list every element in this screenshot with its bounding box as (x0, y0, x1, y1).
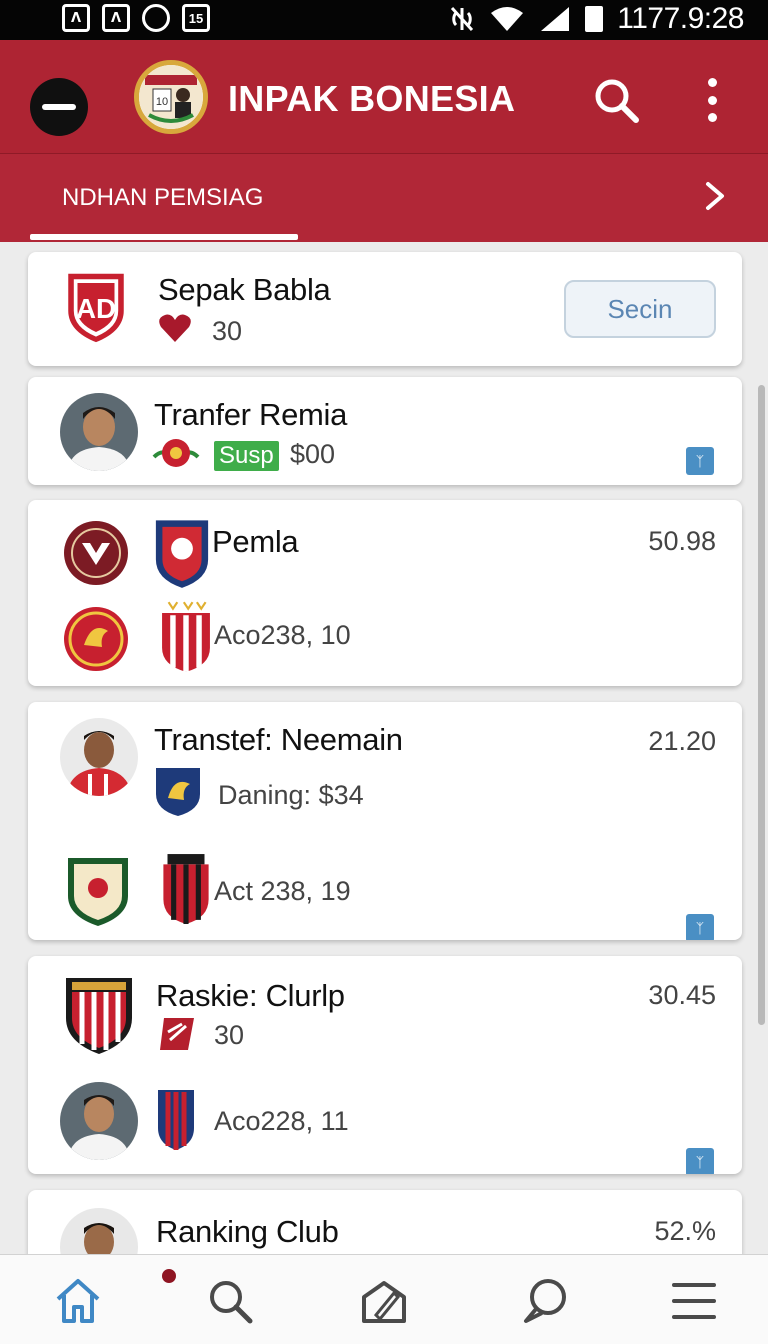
dot-icon (707, 113, 717, 122)
alarm-icon (142, 4, 170, 32)
app-bar: 10 INPAK BONESIA (0, 40, 768, 154)
edit-icon[interactable] (358, 1275, 410, 1327)
notification-dot (162, 1269, 176, 1283)
card-subtitle-2: Act 238, 19 (214, 876, 351, 906)
svg-text:10: 10 (156, 96, 168, 108)
secin-button[interactable]: Secin (564, 280, 716, 338)
card-value: 52.% (654, 1216, 716, 1246)
minus-button[interactable] (30, 78, 88, 136)
player-avatar (60, 393, 138, 471)
signal-icon (541, 7, 570, 31)
club-crest-icon (156, 768, 200, 816)
filter-tag-icon[interactable]: ᛉ (686, 1148, 714, 1174)
club-crest-icon (66, 978, 132, 1054)
card-count: 30 (214, 1020, 245, 1050)
status-time: 1177.9:28 (617, 2, 744, 35)
rose-badge-icon (152, 439, 200, 467)
list-item-pemla[interactable]: Pemla 50.98 Aco238, 10 (28, 500, 742, 686)
card-title: Sepak Babla (158, 272, 331, 307)
card-value: 30.45 (648, 980, 716, 1010)
tab-news[interactable]: NDHAN PEMSIAG (62, 184, 263, 212)
status-badge: Susp (214, 441, 279, 471)
club-crest-icon (158, 1090, 194, 1150)
status-bar: ᐱ ᐱ 15 1177.9:28 (0, 0, 768, 40)
card-title: Ranking Club (156, 1214, 339, 1249)
club-mini-badge-icon (160, 1018, 194, 1050)
tab-indicator (30, 234, 298, 240)
club-crest-icon (163, 854, 209, 924)
chevron-right-icon[interactable] (700, 176, 730, 216)
app-logo: 10 (134, 60, 208, 134)
wifi-icon (491, 7, 524, 31)
status-right-icons: 1177.9:28 (449, 2, 744, 36)
player-avatar (60, 1082, 138, 1160)
card-value: 21.20 (648, 726, 716, 756)
list-item-transfer-neemain[interactable]: Transtef: Neemain 21.20 Daning: $34 Act … (28, 702, 742, 940)
club-crest-icon (155, 520, 209, 588)
dash-icon: ᐱ (62, 4, 90, 32)
home-icon[interactable] (52, 1275, 104, 1327)
search-icon[interactable] (204, 1275, 256, 1327)
card-value: 50.98 (648, 526, 716, 556)
search-icon[interactable] (592, 76, 640, 124)
app-title: INPAK BONESIA (228, 78, 516, 119)
list-item-sepak-babla[interactable]: AD Sepak Babla 30 Secin (28, 252, 742, 366)
mute-icon (451, 6, 474, 32)
card-title: Tranfer Remia (154, 397, 348, 432)
list-item-raskie-clurlp[interactable]: Raskie: Clurlp 30.45 30 Aco228, 11 ᛉ (28, 956, 742, 1174)
chat-icon[interactable] (520, 1275, 572, 1327)
filter-tag-icon[interactable]: ᛉ (686, 914, 714, 940)
menu-icon[interactable] (668, 1275, 720, 1327)
club-crest-icon (64, 607, 128, 671)
dot-icon (707, 95, 717, 105)
like-count: 30 (212, 316, 243, 346)
more-options-button[interactable] (700, 78, 724, 122)
player-avatar (60, 718, 138, 796)
svg-text:AD: AD (76, 293, 116, 324)
battery-icon (585, 6, 604, 32)
list-item-transfer-remia[interactable]: Tranfer Remia Susp $00 ᛉ (28, 377, 742, 485)
card-title: Transtef: Neemain (154, 722, 403, 757)
club-crest-icon: AD (68, 273, 124, 343)
status-left-icons: ᐱ ᐱ 15 (62, 4, 210, 32)
card-subtitle: Aco238, 10 (214, 620, 351, 650)
heart-icon (159, 314, 191, 342)
card-subtitle: Daning: $34 (218, 780, 364, 810)
scrollbar[interactable] (758, 385, 765, 1025)
filter-tag-icon[interactable]: ᛉ (686, 447, 714, 475)
bottom-nav (0, 1254, 768, 1344)
card-subtitle: Aco228, 11 (214, 1106, 349, 1136)
card-title: Pemla (212, 524, 299, 559)
club-crest-icon (64, 521, 128, 585)
dot-icon (707, 78, 717, 87)
gallery-icon: ᐱ (102, 4, 130, 32)
club-crest-icon (162, 601, 210, 672)
tab-bar: NDHAN PEMSIAG (0, 154, 768, 242)
card-title: Raskie: Clurlp (156, 978, 345, 1013)
club-crest-icon (68, 858, 128, 926)
minus-icon (42, 104, 76, 110)
calendar-icon: 15 (182, 4, 210, 32)
transfer-amount: $00 (290, 439, 336, 469)
